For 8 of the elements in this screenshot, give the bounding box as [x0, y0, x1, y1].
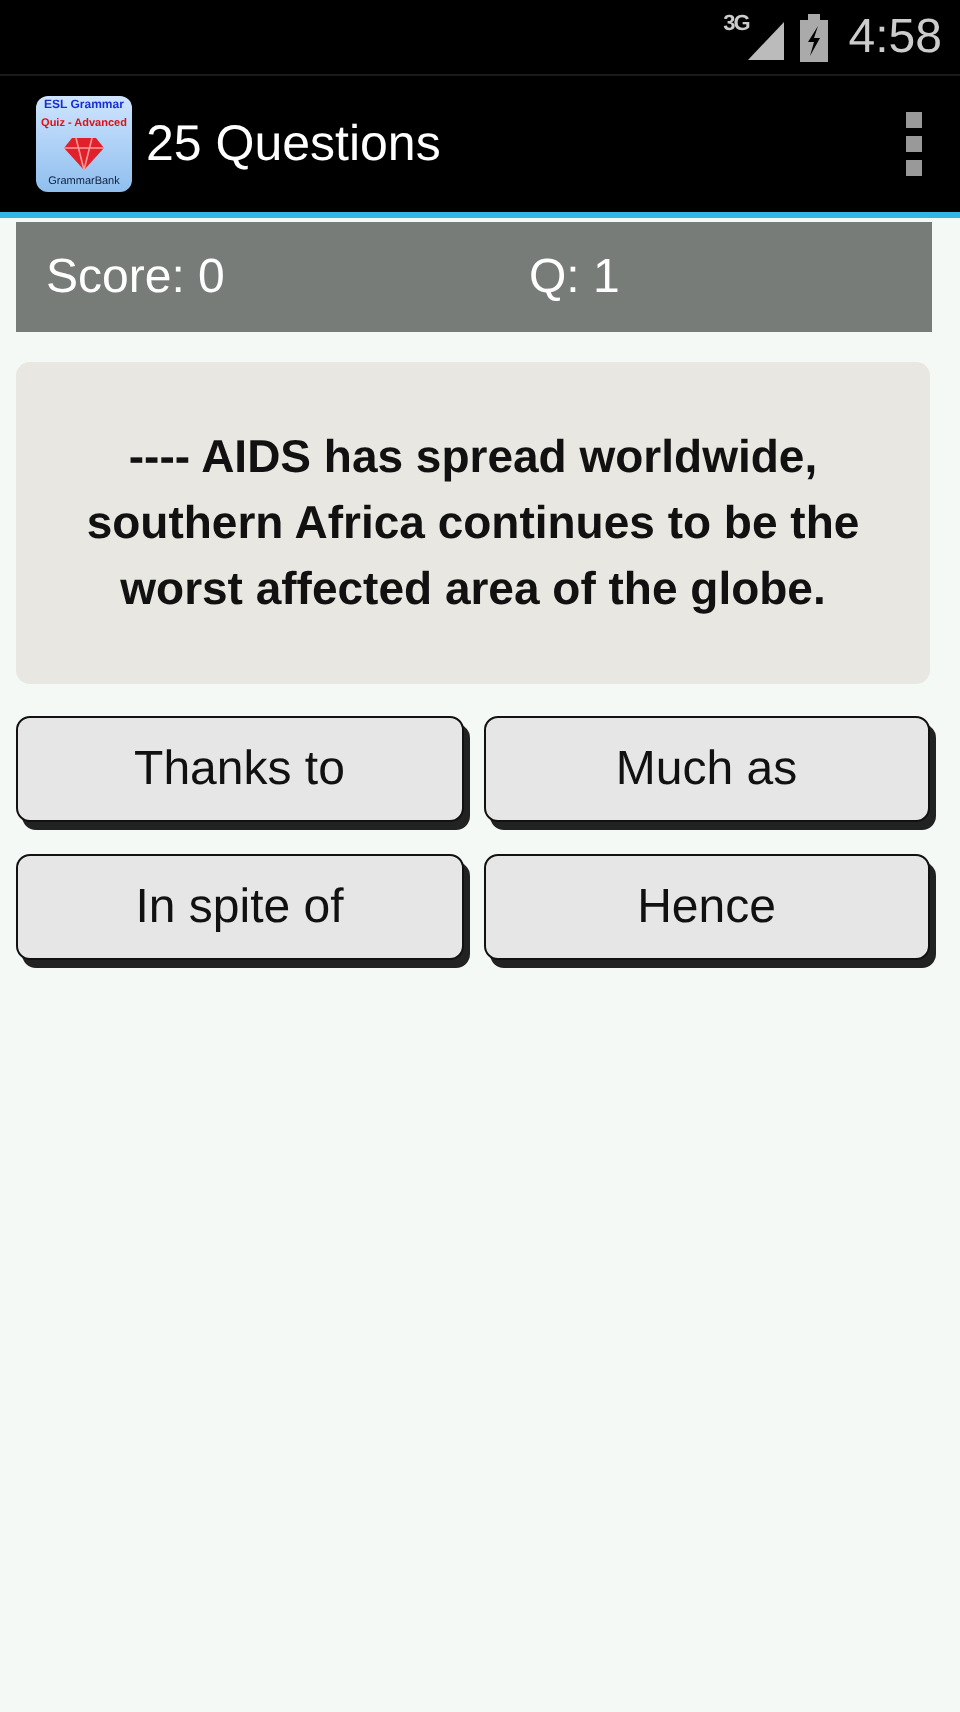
clock-time: 4:58: [848, 9, 942, 65]
question-number: Q: 1: [527, 249, 622, 305]
overflow-menu-icon[interactable]: [902, 112, 926, 176]
battery-icon: [800, 13, 829, 61]
screen-title: 25 Questions: [146, 115, 443, 173]
question-text: ---- AIDS has spread worldwide, southern Africa continues to be the worst affected area of the globe.: [16, 362, 930, 684]
network-type: 3G: [723, 11, 749, 35]
score-label: Score: 0: [44, 249, 227, 305]
